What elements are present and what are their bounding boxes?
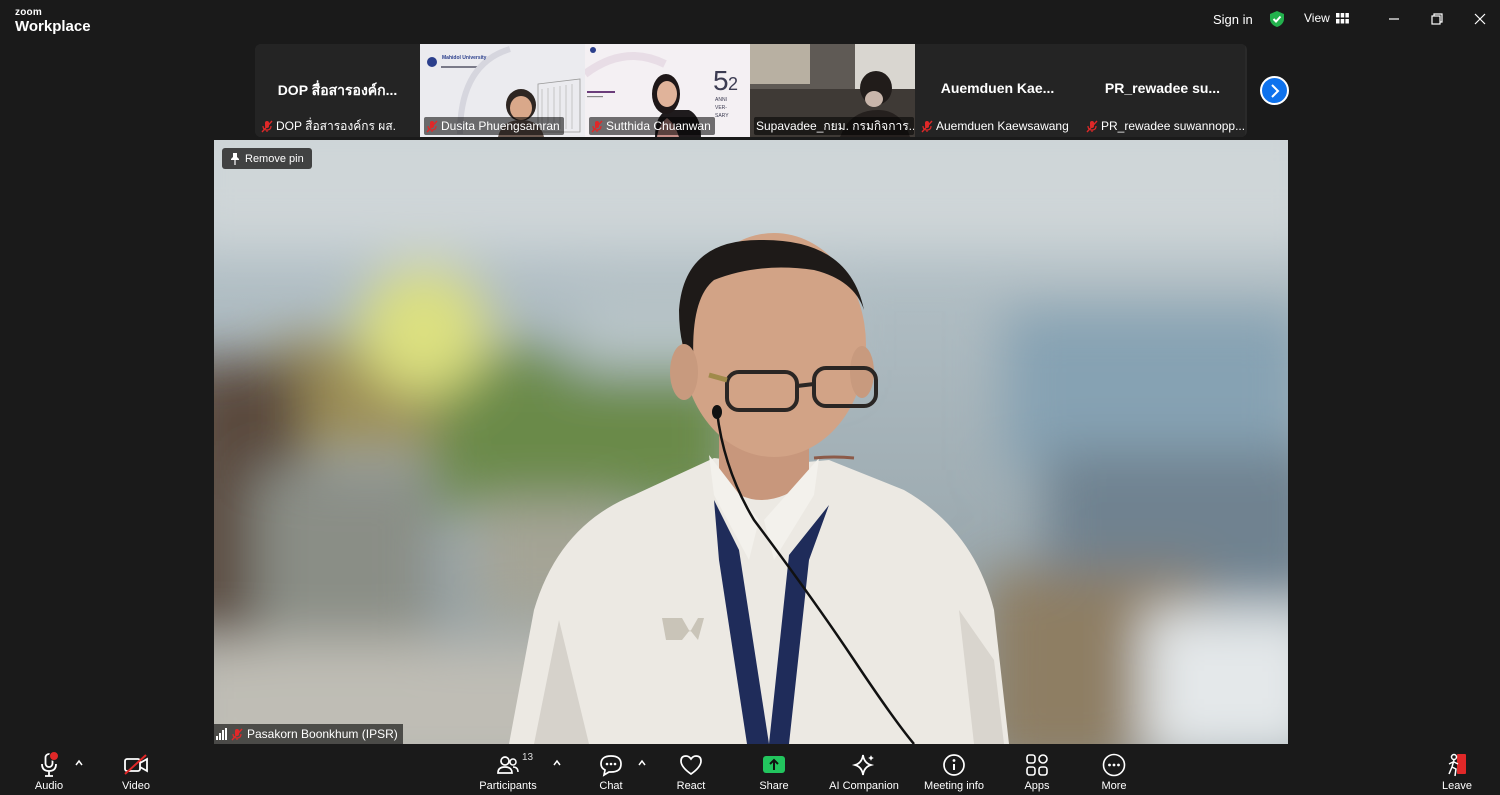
audio-options-caret-icon[interactable] [74, 758, 84, 768]
app-logo: zoom Workplace [15, 7, 91, 35]
share-screen-icon [763, 756, 785, 773]
participant-label: Dusita Phuengsamran [424, 117, 564, 135]
heart-icon [680, 755, 702, 776]
title-bar: zoom Workplace Sign in View [0, 0, 1500, 42]
shield-check-icon[interactable] [1268, 10, 1286, 28]
participant-tile[interactable]: Supavadee_กยม. กรมกิจการ... [750, 44, 915, 137]
restore-button[interactable] [1425, 8, 1449, 30]
participant-display-name: DOP สื่อสารองค์ก... [277, 82, 398, 98]
participant-display-name: PR_rewadee su... [1104, 80, 1221, 96]
leave-label: Leave [1442, 780, 1472, 792]
leave-button[interactable]: Leave [1439, 751, 1475, 792]
video-button[interactable]: Video [114, 751, 158, 792]
slide-logo-text: Mahidol University [442, 55, 487, 61]
next-page-button[interactable] [1260, 76, 1289, 105]
participant-name: Auemduen Kaewsawang [936, 119, 1069, 133]
participant-label: Sutthida Chuanwan [589, 117, 715, 135]
participant-tile[interactable]: Auemduen Kae... Auemduen Kaewsawang [915, 44, 1080, 137]
more-label: More [1101, 780, 1127, 792]
more-button[interactable]: More [1098, 751, 1130, 792]
view-label: View [1304, 11, 1330, 25]
react-label: React [676, 780, 706, 792]
ai-companion-button[interactable]: AI Companion [826, 751, 902, 792]
chat-label: Chat [599, 780, 623, 792]
close-button[interactable] [1468, 8, 1492, 30]
chat-options-caret-icon[interactable] [637, 758, 647, 768]
participant-name: Dusita Phuengsamran [441, 119, 560, 133]
participant-label: DOP สื่อสารองค์กร ผส. [259, 117, 400, 135]
participant-tile[interactable]: 5 2 ANNI VER- SARY Sutthida Chuanwan [585, 44, 750, 137]
participant-name: DOP สื่อสารองค์กร ผส. [276, 118, 396, 133]
video-label: Video [122, 780, 150, 792]
audio-label: Audio [34, 780, 64, 792]
speaker-label: Pasakorn Boonkhum (IPSR) [214, 724, 403, 744]
react-button[interactable]: React [673, 751, 709, 792]
video-off-icon [124, 754, 148, 775]
svg-text:2: 2 [728, 74, 738, 94]
speaker-video-feed [214, 140, 1288, 744]
chat-icon [600, 755, 622, 777]
meeting-info-button[interactable]: Meeting info [920, 751, 988, 792]
participant-name: PR_rewadee suwannopp... [1101, 119, 1244, 133]
sign-in-link[interactable]: Sign in [1213, 12, 1253, 27]
participants-options-caret-icon[interactable] [552, 758, 562, 768]
participant-name: Sutthida Chuanwan [606, 119, 711, 133]
participant-name: Supavadee_กยม. กรมกิจการ... [756, 118, 914, 133]
mic-muted-icon [231, 728, 243, 740]
mic-muted-icon [591, 120, 603, 132]
apps-button[interactable]: Apps [1020, 751, 1054, 792]
signal-strength-icon [216, 728, 227, 740]
participant-label: Auemduen Kaewsawang [919, 117, 1073, 135]
share-button[interactable]: Share [756, 751, 792, 792]
participant-tile[interactable]: PR_rewadee su... PR_rewadee suwannopp... [1080, 44, 1245, 137]
grid-view-icon [1335, 12, 1349, 23]
mic-muted-icon [261, 120, 273, 132]
chat-button[interactable]: Chat [594, 751, 628, 792]
participant-label: PR_rewadee suwannopp... [1084, 117, 1244, 135]
participants-icon [497, 756, 519, 774]
participant-strip: DOP สื่อสารองค์ก... DOP สื่อสารองค์กร ผส… [255, 44, 1247, 137]
restore-icon [1431, 13, 1443, 25]
minimize-icon [1389, 18, 1399, 20]
svg-text:5: 5 [713, 65, 729, 96]
view-button[interactable]: View [1304, 11, 1349, 25]
leave-icon [1448, 753, 1466, 777]
more-icon [1102, 753, 1126, 777]
audio-alert-badge [49, 751, 59, 761]
mic-muted-icon [1086, 120, 1098, 132]
participants-count: 13 [522, 752, 534, 763]
remove-pin-label: Remove pin [245, 152, 304, 165]
speaker-name: Pasakorn Boonkhum (IPSR) [247, 727, 398, 741]
brand-big: Workplace [15, 18, 91, 35]
participant-label: Supavadee_กยม. กรมกิจการ... [754, 117, 914, 135]
participants-label: Participants [479, 780, 537, 792]
mic-muted-icon [426, 120, 438, 132]
participant-display-name: Auemduen Kae... [940, 80, 1055, 96]
anniversary-text: ANNI VER- SARY [715, 97, 729, 119]
mic-muted-icon [921, 120, 933, 132]
info-icon [943, 754, 965, 776]
pinned-video[interactable]: Remove pin Pasakorn Boonkhum (IPSR) [214, 140, 1288, 744]
meeting-info-label: Meeting info [924, 780, 984, 792]
minimize-button[interactable] [1382, 8, 1406, 30]
participant-tile[interactable]: DOP สื่อสารองค์ก... DOP สื่อสารองค์กร ผส… [255, 44, 420, 137]
brand-small: zoom [15, 7, 42, 18]
participant-tile[interactable]: Mahidol University Dusita Phuengsamran [420, 44, 585, 137]
close-icon [1474, 13, 1486, 25]
share-label: Share [759, 780, 789, 792]
ai-companion-label: AI Companion [829, 780, 899, 792]
apps-label: Apps [1024, 780, 1050, 792]
remove-pin-button[interactable]: Remove pin [222, 148, 312, 169]
apps-icon [1026, 754, 1048, 776]
sparkle-icon [851, 754, 875, 776]
pin-icon [231, 152, 239, 165]
chevron-right-icon [1270, 83, 1279, 98]
meeting-toolbar: Audio Video Participants 13 Chat React S… [0, 745, 1500, 795]
